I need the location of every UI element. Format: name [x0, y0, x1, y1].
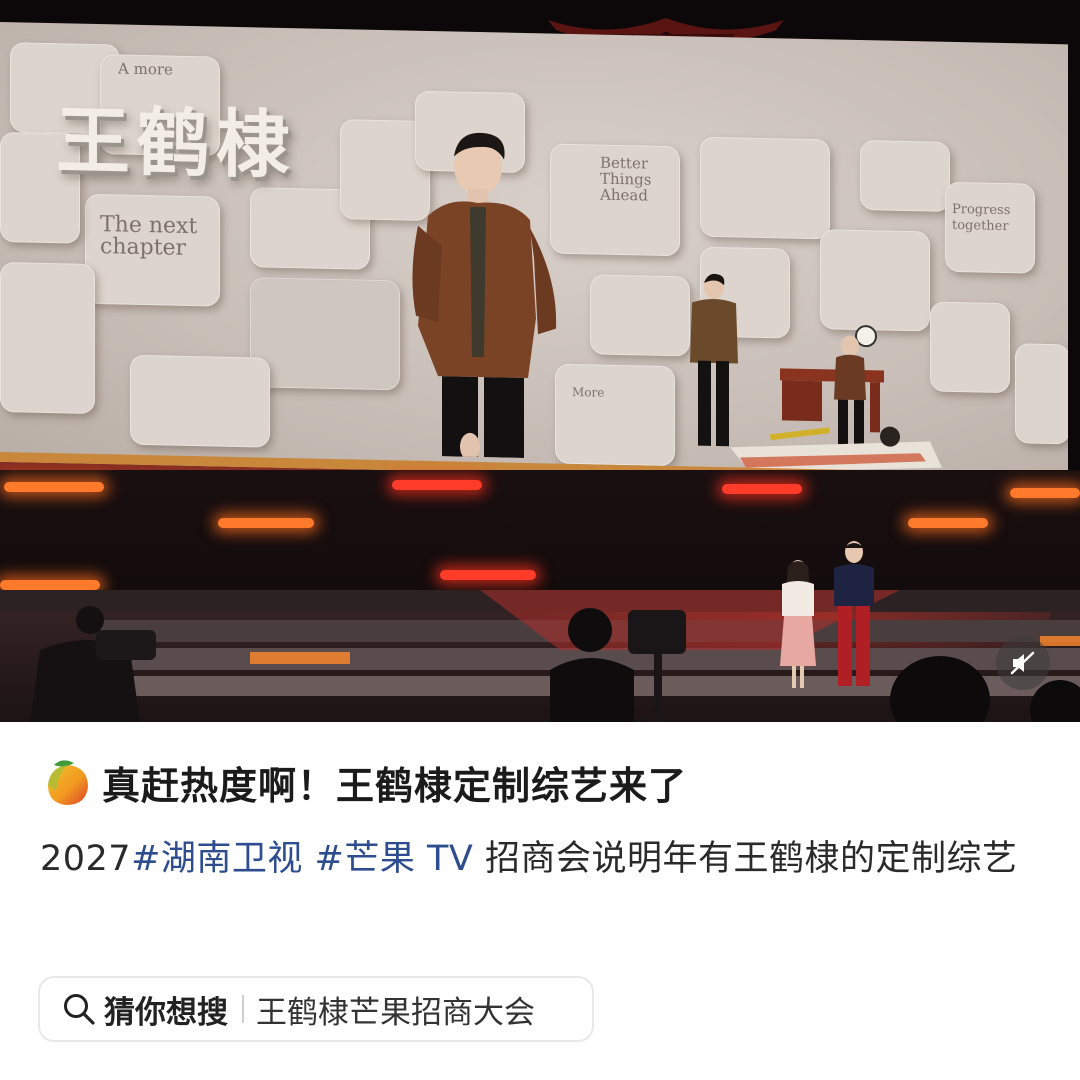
speaker-muted-icon	[1010, 651, 1035, 675]
led-screen: A more The next chapter Better Things Ah…	[0, 22, 1068, 511]
post-title: 真赶热度啊！王鹤棣定制综艺来了	[102, 763, 688, 808]
stage-light	[4, 482, 104, 492]
screen-title: 王鹤棣	[56, 98, 296, 190]
desk-scene	[730, 325, 942, 472]
stage-light	[0, 580, 100, 590]
host-figure-male	[834, 541, 874, 686]
camera-operator-center	[550, 608, 686, 722]
puzzle-text-a-more: A more	[118, 59, 173, 79]
related-search-pill[interactable]: 猜你想搜 王鹤棣芒果招商大会	[38, 976, 594, 1042]
hashtag-hunan-tv[interactable]: #湖南卫视	[131, 839, 303, 879]
search-hint-label: 猜你想搜	[104, 994, 228, 1031]
puzzle-piece	[860, 140, 950, 212]
post-body-prefix: 2027	[40, 839, 132, 879]
stage-light	[392, 480, 482, 490]
camera-operator-left	[30, 606, 156, 722]
audience-heads	[890, 656, 1080, 722]
puzzle-text-next-chapter: The next chapter	[100, 212, 198, 261]
puzzle-text-progress: Progress together	[952, 201, 1011, 235]
host-figure-female	[780, 560, 816, 688]
puzzle-text-more: More	[572, 384, 605, 400]
stage-wall	[0, 470, 1080, 600]
stage-light	[908, 518, 988, 528]
mute-button[interactable]	[996, 636, 1050, 690]
puzzle-piece	[250, 277, 400, 391]
stage-light	[440, 570, 536, 580]
person-figure-main	[412, 132, 557, 459]
hashtag-mango-tv[interactable]: #芒果 TV	[315, 839, 474, 879]
puzzle-piece	[555, 363, 675, 467]
mango-emoji-icon	[48, 760, 88, 805]
post-body: 2027#湖南卫视 #芒果 TV 招商会说明年有王鹤棣的定制综艺	[40, 832, 1050, 887]
post-title-row: 真赶热度啊！王鹤棣定制综艺来了	[44, 752, 687, 812]
puzzle-piece	[1015, 343, 1068, 445]
stage-light	[218, 518, 314, 528]
search-icon	[64, 994, 95, 1025]
stage-light	[1010, 488, 1080, 498]
post-photo[interactable]: A more The next chapter Better Things Ah…	[0, 0, 1080, 722]
search-divider	[242, 995, 244, 1023]
stage-light	[722, 484, 802, 494]
post-body-text: 招商会说明年有王鹤棣的定制综艺	[484, 839, 1018, 879]
puzzle-piece	[590, 274, 690, 357]
puzzle-text-better-things: Better Things Ahead	[600, 153, 652, 205]
puzzle-piece	[130, 354, 270, 448]
post-page: A more The next chapter Better Things Ah…	[0, 0, 1080, 1080]
puzzle-piece	[0, 262, 95, 414]
puzzle-piece	[700, 136, 830, 240]
search-suggestion[interactable]: 王鹤棣芒果招商大会	[256, 987, 535, 1032]
